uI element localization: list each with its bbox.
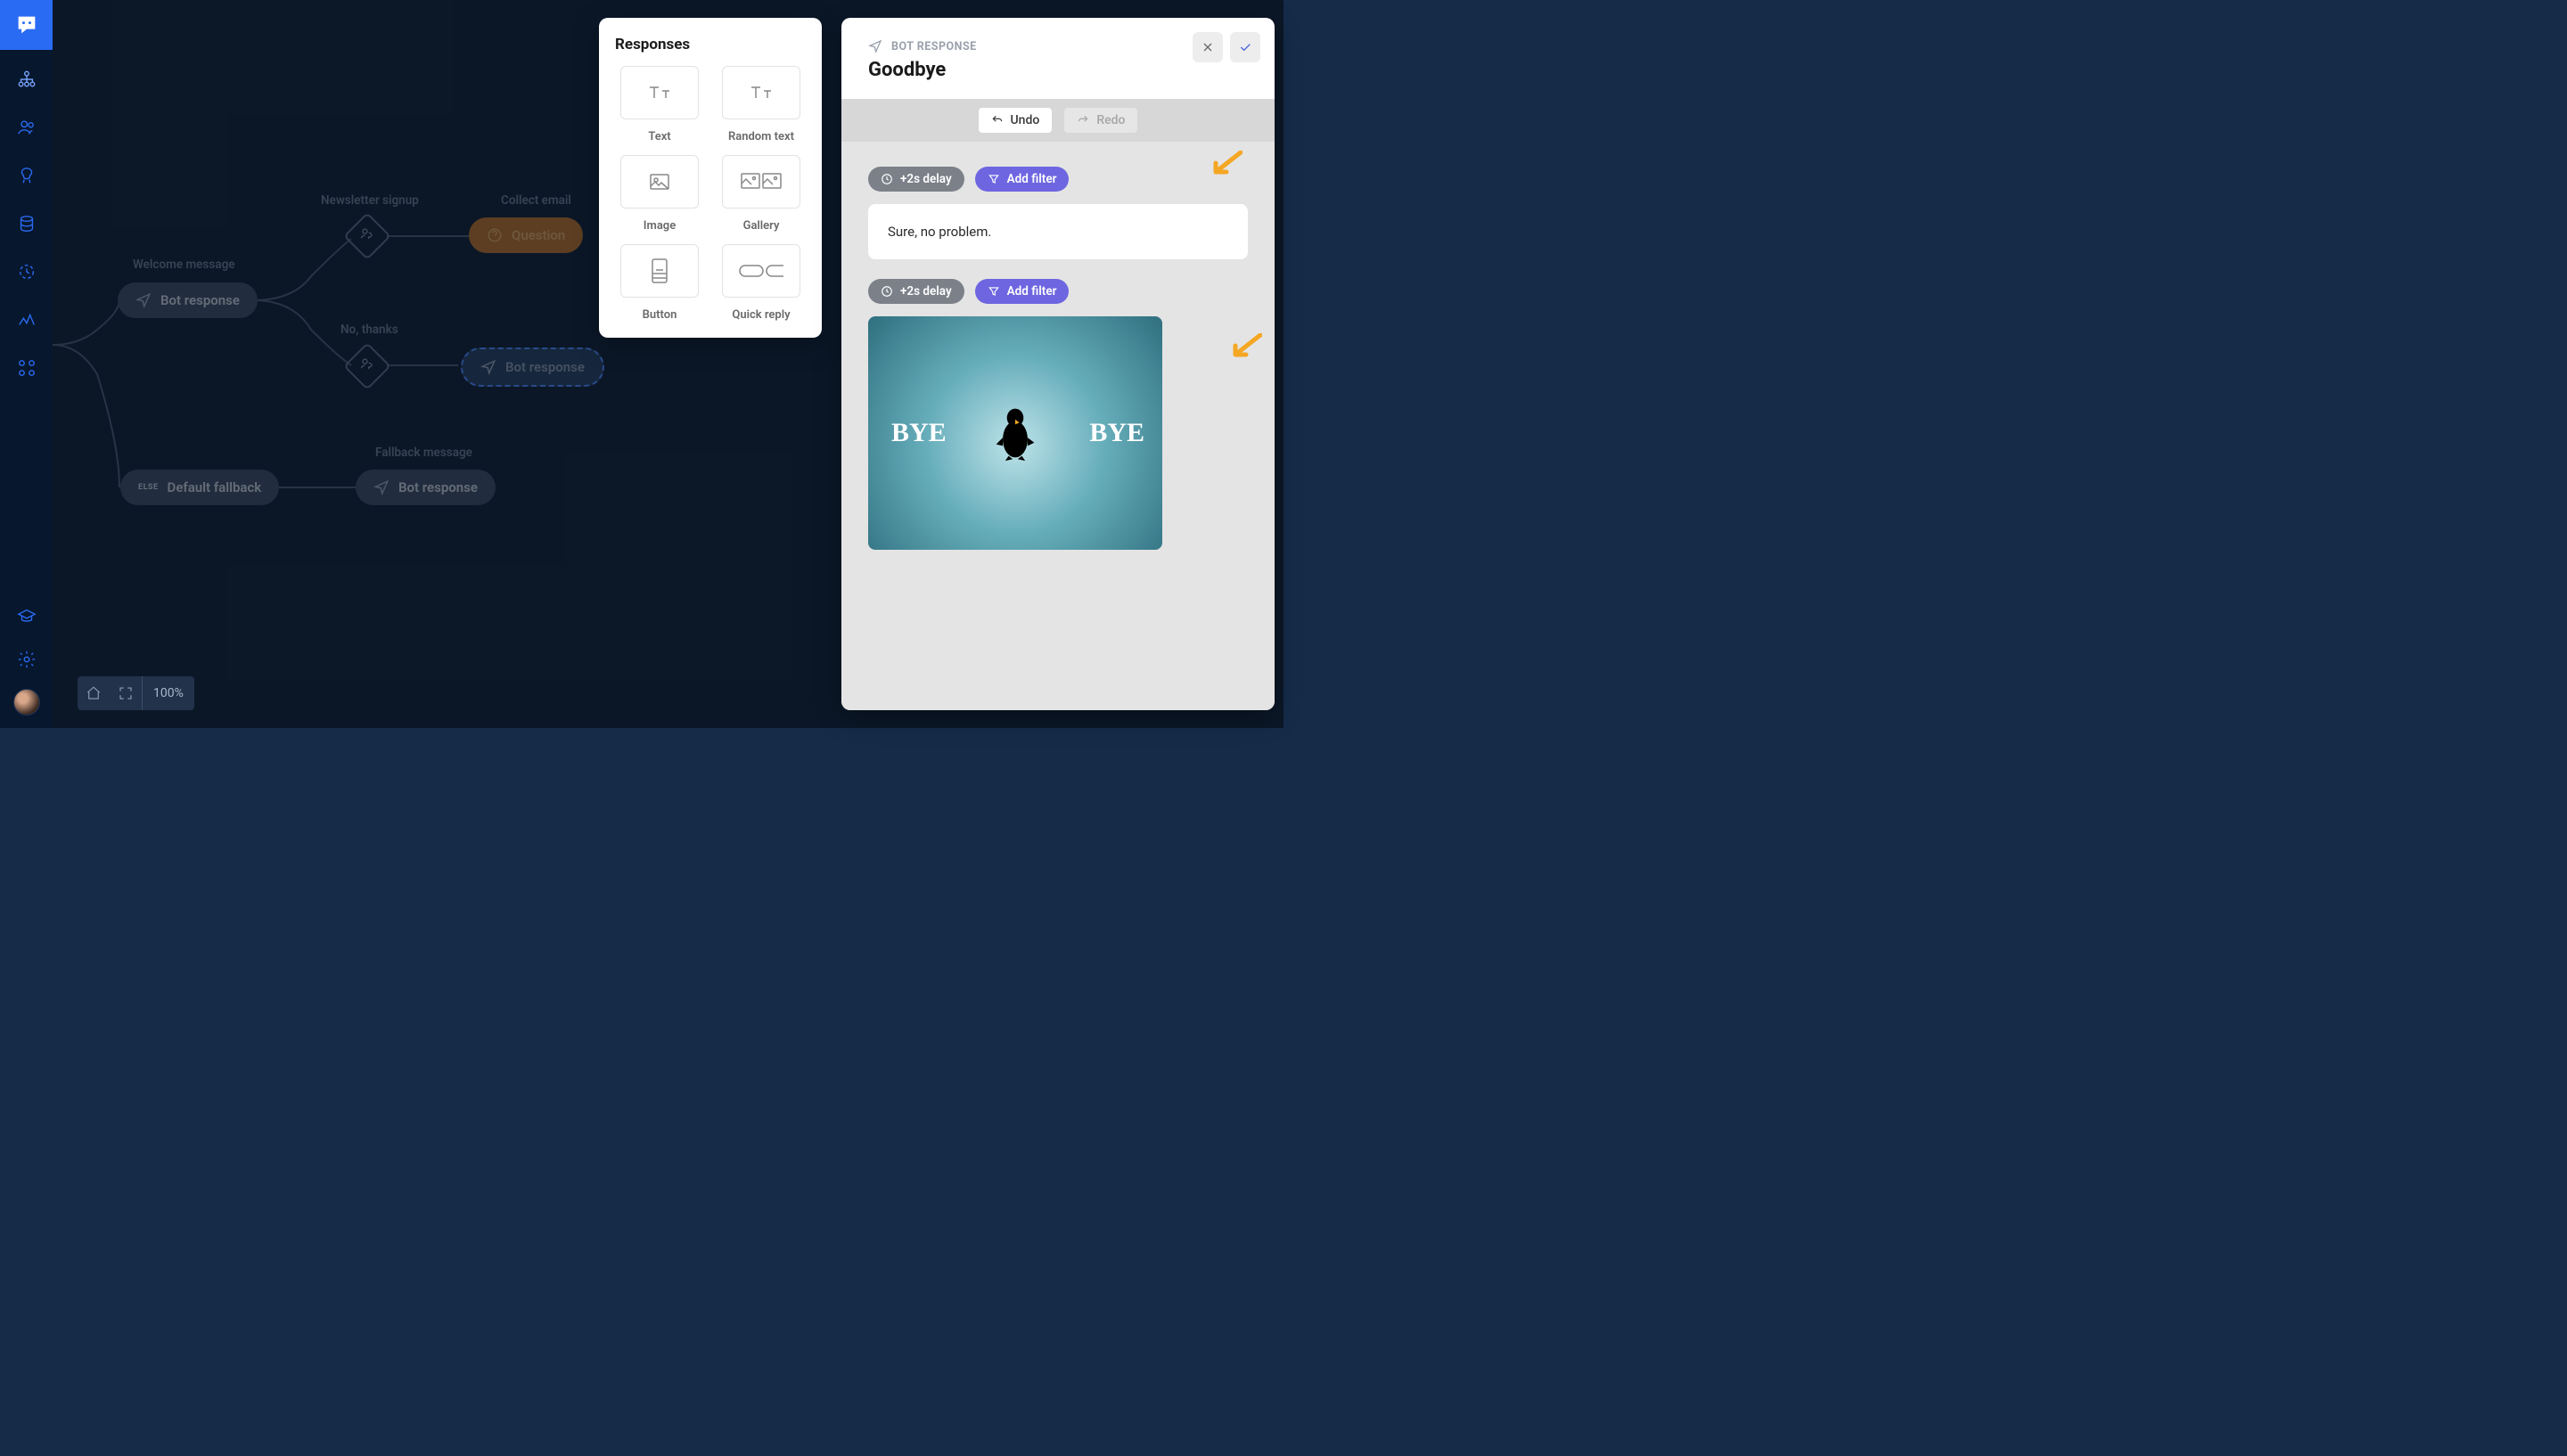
send-icon bbox=[868, 39, 882, 53]
gallery-icon bbox=[740, 172, 783, 192]
editor-body: +2s delay Add filter Sure, no problem. +… bbox=[841, 142, 1275, 710]
editor-header: BOT RESPONSE Goodbye bbox=[841, 18, 1275, 99]
redo-button[interactable]: Redo bbox=[1064, 108, 1137, 133]
annotation-arrow-icon bbox=[1207, 151, 1242, 177]
sidebar-bottom bbox=[0, 603, 53, 728]
nav-ai-icon[interactable] bbox=[13, 162, 40, 189]
clock-icon bbox=[881, 173, 893, 185]
nav-history-icon[interactable] bbox=[13, 258, 40, 285]
user-avatar[interactable] bbox=[13, 689, 40, 716]
sidebar bbox=[0, 0, 53, 728]
undo-button[interactable]: Undo bbox=[979, 108, 1053, 133]
nav-settings-icon[interactable] bbox=[13, 646, 40, 673]
zoom-home-button[interactable] bbox=[78, 676, 110, 710]
quick-reply-icon bbox=[739, 265, 783, 277]
response-type-image[interactable]: Image bbox=[615, 155, 704, 233]
image-icon bbox=[649, 173, 670, 191]
resp-label: Quick reply bbox=[732, 308, 790, 322]
clock-icon bbox=[881, 285, 893, 298]
app-logo[interactable] bbox=[0, 0, 53, 50]
text-message-block[interactable]: Sure, no problem. bbox=[868, 204, 1248, 259]
filter-icon bbox=[988, 285, 1000, 298]
check-icon bbox=[1238, 40, 1252, 54]
resp-label: Gallery bbox=[743, 219, 780, 233]
text-icon bbox=[648, 84, 671, 102]
flow-canvas[interactable]: Welcome message Newsletter signup Collec… bbox=[53, 0, 1284, 728]
sidebar-nav bbox=[0, 66, 53, 603]
zoom-level: 100% bbox=[142, 676, 194, 710]
nav-builder-icon[interactable] bbox=[13, 66, 40, 93]
undo-redo-bar: Undo Redo bbox=[841, 99, 1275, 142]
undo-icon bbox=[991, 114, 1004, 127]
block-2-controls: +2s delay Add filter bbox=[868, 279, 1248, 304]
editor-title: Goodbye bbox=[868, 59, 1248, 81]
nav-analytics-icon[interactable] bbox=[13, 307, 40, 333]
nav-users-icon[interactable] bbox=[13, 114, 40, 141]
response-type-gallery[interactable]: Gallery bbox=[717, 155, 806, 233]
delay-pill[interactable]: +2s delay bbox=[868, 167, 964, 192]
nav-database-icon[interactable] bbox=[13, 210, 40, 237]
random-text-icon bbox=[750, 84, 773, 102]
penguin-icon bbox=[994, 405, 1037, 462]
add-filter-pill[interactable]: Add filter bbox=[975, 167, 1070, 192]
response-type-quick-reply[interactable]: Quick reply bbox=[717, 244, 806, 322]
resp-label: Random text bbox=[728, 130, 794, 143]
zoom-controls: 100% bbox=[78, 676, 194, 710]
zoom-fullscreen-button[interactable] bbox=[110, 676, 142, 710]
close-button[interactable] bbox=[1193, 32, 1223, 62]
button-icon bbox=[650, 258, 669, 284]
response-type-button[interactable]: Button bbox=[615, 244, 704, 322]
close-icon bbox=[1201, 40, 1215, 54]
response-type-label: BOT RESPONSE bbox=[868, 39, 1248, 53]
filter-icon bbox=[988, 173, 1000, 185]
responses-title: Responses bbox=[615, 36, 806, 53]
response-type-random-text[interactable]: Random text bbox=[717, 66, 806, 143]
annotation-arrow-icon bbox=[1226, 333, 1262, 360]
add-filter-pill[interactable]: Add filter bbox=[975, 279, 1070, 304]
response-type-text[interactable]: Text bbox=[615, 66, 704, 143]
image-text-right: BYE bbox=[1089, 418, 1144, 448]
nav-academy-icon[interactable] bbox=[13, 603, 40, 630]
block-1-controls: +2s delay Add filter bbox=[868, 167, 1248, 192]
confirm-button[interactable] bbox=[1230, 32, 1260, 62]
image-text-left: BYE bbox=[891, 418, 947, 448]
resp-label: Image bbox=[644, 219, 676, 233]
editor-panel: BOT RESPONSE Goodbye Undo Redo bbox=[841, 18, 1275, 710]
image-block[interactable]: BYE BYE bbox=[868, 316, 1162, 550]
resp-label: Button bbox=[643, 308, 677, 322]
redo-icon bbox=[1077, 114, 1089, 127]
nav-integrations-icon[interactable] bbox=[13, 355, 40, 381]
resp-label: Text bbox=[648, 130, 670, 143]
delay-pill[interactable]: +2s delay bbox=[868, 279, 964, 304]
responses-panel: Responses Text Random text Image Gallery… bbox=[599, 18, 822, 338]
